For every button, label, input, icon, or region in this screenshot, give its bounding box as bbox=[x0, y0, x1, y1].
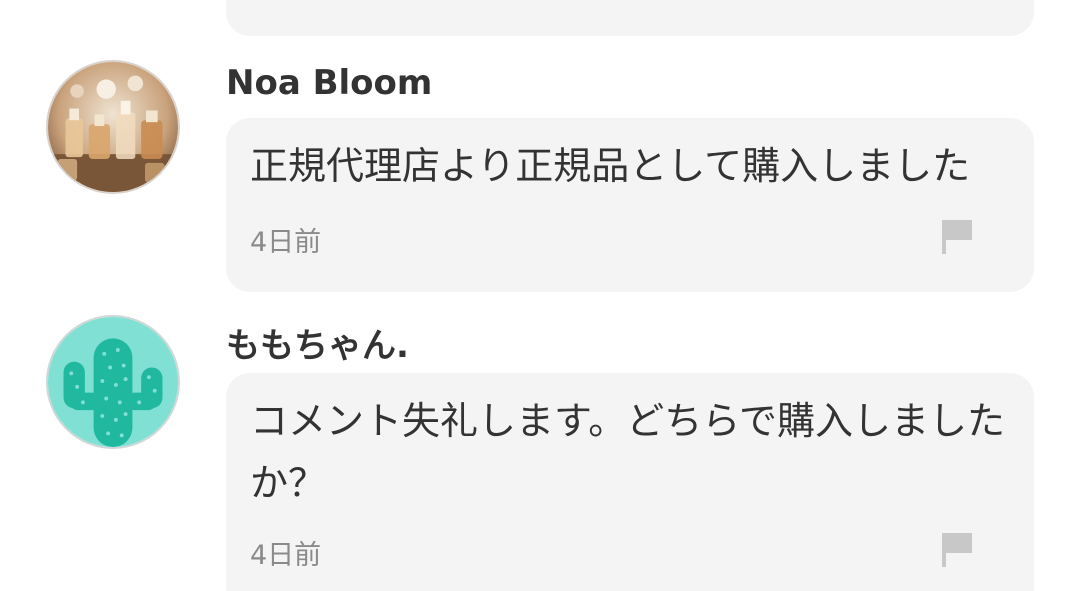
comment-text: コメント失礼します。どちらで購入しましたか？ bbox=[250, 399, 1006, 505]
author-name[interactable]: Noa Bloom bbox=[226, 63, 432, 103]
perfume-bottles-photo bbox=[48, 62, 178, 192]
comment-timestamp: 4日前 bbox=[250, 227, 322, 258]
author-name[interactable]: ももちゃん. bbox=[226, 318, 409, 367]
cactus-illustration bbox=[48, 317, 178, 447]
comment-text: 正規代理店より正規品として購入しました bbox=[250, 144, 971, 188]
previous-comment-bubble bbox=[226, 0, 1034, 36]
comment-bubble: 正規代理店より正規品として購入しました 4日前 bbox=[226, 118, 1034, 292]
comment-thread: Noa Bloom 正規代理店より正規品として購入しました 4日前 ももちゃん.… bbox=[0, 0, 1080, 591]
comment-timestamp: 4日前 bbox=[250, 540, 322, 571]
flag-icon[interactable] bbox=[940, 531, 974, 567]
avatar[interactable] bbox=[46, 315, 180, 449]
avatar[interactable] bbox=[46, 60, 180, 194]
flag-icon[interactable] bbox=[940, 218, 974, 254]
comment-bubble: コメント失礼します。どちらで購入しましたか？ 4日前 bbox=[226, 373, 1034, 591]
